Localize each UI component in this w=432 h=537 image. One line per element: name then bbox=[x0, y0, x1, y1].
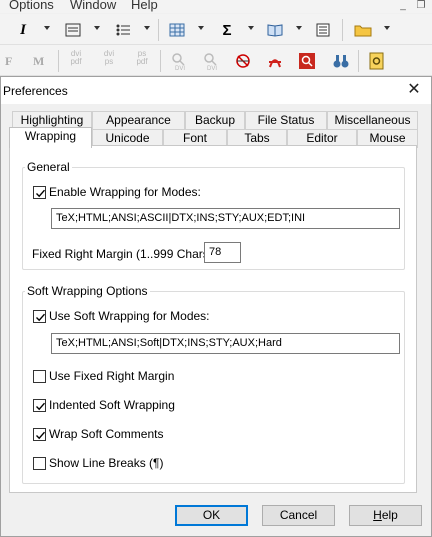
sigma-button[interactable]: Σ bbox=[216, 19, 238, 41]
help-button[interactable]: Help bbox=[349, 505, 422, 526]
general-legend: General bbox=[27, 160, 70, 174]
menu-options[interactable]: Options bbox=[9, 0, 54, 12]
tab-file-status[interactable]: File Status bbox=[245, 111, 327, 130]
latex-f-button[interactable]: F bbox=[5, 54, 12, 69]
use-fixed-margin-checkbox[interactable] bbox=[33, 369, 46, 383]
wrapping-modes-input[interactable]: TeX;HTML;ANSI;ASCII|DTX;INS;STY;AUX;EDT;… bbox=[51, 208, 400, 229]
folder-icon[interactable] bbox=[352, 19, 374, 41]
dvi-to-ps-button[interactable]: dvi ps bbox=[98, 50, 120, 66]
list-icon[interactable] bbox=[112, 19, 134, 41]
latex-m-button[interactable]: M bbox=[33, 54, 44, 69]
toolbar-separator bbox=[58, 50, 59, 72]
settings-document-icon[interactable] bbox=[366, 50, 388, 72]
mdi-restore-button[interactable]: ❐ bbox=[414, 0, 428, 12]
pdf-search-icon[interactable] bbox=[296, 50, 318, 72]
sigma-dropdown-icon[interactable] bbox=[248, 26, 254, 30]
toolbar-format: I Σ bbox=[0, 14, 432, 45]
ok-button[interactable]: OK bbox=[175, 505, 248, 526]
menu-window[interactable]: Window bbox=[70, 0, 116, 12]
enable-wrapping-label: Enable Wrapping for Modes: bbox=[49, 185, 201, 199]
tab-backup[interactable]: Backup bbox=[185, 111, 245, 130]
use-fixed-margin-label: Use Fixed Right Margin bbox=[49, 369, 175, 383]
table-icon[interactable] bbox=[166, 19, 188, 41]
help-mnemonic: H bbox=[373, 508, 382, 522]
fixed-margin-input[interactable]: 78 bbox=[204, 242, 241, 263]
indented-soft-wrapping-label: Indented Soft Wrapping bbox=[49, 398, 175, 412]
use-soft-wrapping-label: Use Soft Wrapping for Modes: bbox=[49, 309, 210, 323]
book-dropdown-icon[interactable] bbox=[296, 26, 302, 30]
wrap-soft-comments-checkbox[interactable] bbox=[33, 427, 46, 441]
toolbar-separator bbox=[160, 50, 161, 72]
indented-soft-wrapping-checkbox[interactable] bbox=[33, 398, 46, 412]
app-menubar: Options Window Help _ ❐ bbox=[0, 0, 432, 13]
fixed-margin-label: Fixed Right Margin (1..999 Chars): bbox=[32, 247, 217, 261]
cancel-button[interactable]: Cancel bbox=[262, 505, 335, 526]
show-line-breaks-checkbox-row[interactable]: Show Line Breaks (¶) bbox=[33, 456, 164, 470]
close-icon[interactable]: ✕ bbox=[403, 80, 425, 100]
use-soft-wrapping-checkbox[interactable] bbox=[33, 309, 46, 323]
tab-miscellaneous[interactable]: Miscellaneous bbox=[327, 111, 418, 130]
book-icon[interactable] bbox=[264, 19, 286, 41]
indented-soft-wrapping-checkbox-row[interactable]: Indented Soft Wrapping bbox=[33, 398, 175, 412]
stop-icon[interactable] bbox=[232, 50, 254, 72]
tab-appearance[interactable]: Appearance bbox=[92, 111, 185, 130]
pdf-icon[interactable] bbox=[264, 50, 286, 72]
enable-wrapping-checkbox[interactable] bbox=[33, 185, 46, 199]
dialog-titlebar: Preferences ✕ bbox=[1, 77, 431, 104]
toolbar-compile: F M dvi pdf dvi ps ps pdf DVI DVI bbox=[0, 45, 432, 76]
dialog-title: Preferences bbox=[3, 84, 68, 98]
wrap-soft-comments-label: Wrap Soft Comments bbox=[49, 427, 164, 441]
wrapping-tab-panel: General Enable Wrapping for Modes: TeX;H… bbox=[9, 145, 417, 493]
soft-wrapping-legend: Soft Wrapping Options bbox=[27, 284, 148, 298]
list-dropdown-icon[interactable] bbox=[144, 26, 150, 30]
use-soft-wrapping-checkbox-row[interactable]: Use Soft Wrapping for Modes: bbox=[33, 309, 210, 323]
dvi-to-pdf-button[interactable]: dvi pdf bbox=[65, 50, 87, 66]
binoculars-icon[interactable] bbox=[330, 50, 352, 72]
menu-help[interactable]: Help bbox=[131, 0, 158, 12]
ps-to-pdf-button[interactable]: ps pdf bbox=[131, 50, 153, 66]
align-dropdown-icon[interactable] bbox=[94, 26, 100, 30]
preferences-dialog: Preferences ✕ Highlighting Appearance Ba… bbox=[0, 76, 432, 537]
use-fixed-margin-checkbox-row[interactable]: Use Fixed Right Margin bbox=[33, 369, 174, 383]
toolbar-separator bbox=[342, 19, 343, 41]
help-label-rest: elp bbox=[381, 508, 398, 522]
mdi-minimize-button[interactable]: _ bbox=[396, 0, 410, 12]
folder-dropdown-icon[interactable] bbox=[384, 26, 390, 30]
show-line-breaks-checkbox[interactable] bbox=[33, 456, 46, 470]
toolbar-separator bbox=[358, 50, 359, 72]
italic-dropdown-icon[interactable] bbox=[44, 26, 50, 30]
toolbar-separator bbox=[158, 19, 159, 41]
tab-wrapping[interactable]: Wrapping bbox=[9, 127, 92, 148]
wrap-soft-comments-checkbox-row[interactable]: Wrap Soft Comments bbox=[33, 427, 163, 441]
soft-modes-input[interactable]: TeX;HTML;ANSI;Soft|DTX;INS;STY;AUX;Hard bbox=[51, 333, 400, 354]
dvi-search-label: DVI bbox=[174, 66, 185, 72]
align-icon[interactable] bbox=[62, 19, 84, 41]
enable-wrapping-checkbox-row[interactable]: Enable Wrapping for Modes: bbox=[33, 185, 201, 199]
show-line-breaks-label: Show Line Breaks (¶) bbox=[49, 456, 164, 470]
document-icon[interactable] bbox=[312, 19, 334, 41]
dvi-view-label: DVI bbox=[206, 66, 217, 72]
italic-button[interactable]: I bbox=[12, 19, 34, 41]
table-dropdown-icon[interactable] bbox=[198, 26, 204, 30]
